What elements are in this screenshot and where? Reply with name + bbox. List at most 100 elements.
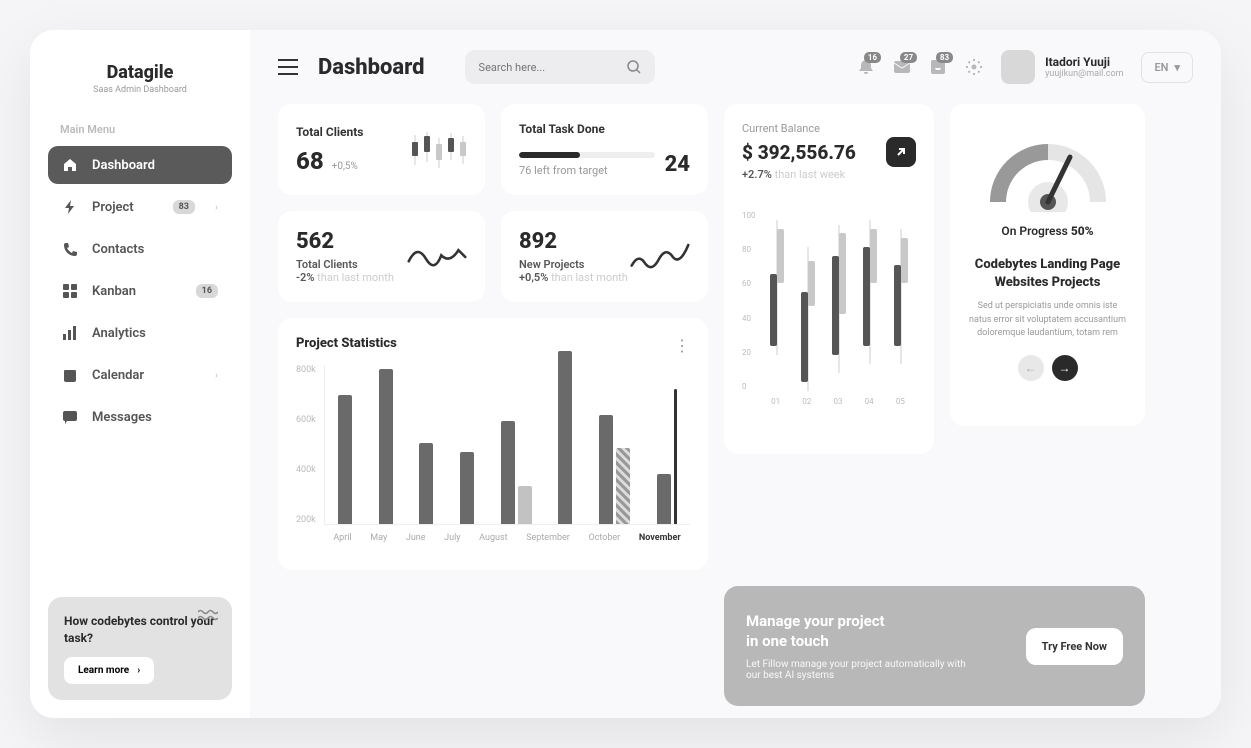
promo2-title: Manage your projectin one touch xyxy=(746,611,976,652)
user-name: Itadori Yuuji xyxy=(1045,55,1123,69)
sparkline-icon xyxy=(630,237,690,277)
mail-badge: 27 xyxy=(900,52,917,63)
task-subtext: 76 left from target xyxy=(519,164,655,177)
nav-item-calendar[interactable]: Calendar› xyxy=(48,356,232,394)
new-projects-card: 892 New Projects +0,5% than last month xyxy=(501,211,708,302)
bottom-row: Manage your projectin one touch Let Fill… xyxy=(724,586,1145,706)
balance-delta: +2.7% xyxy=(742,168,772,181)
language-value: EN xyxy=(1154,61,1168,74)
nav-item-contacts[interactable]: Contacts xyxy=(48,230,232,268)
menu-toggle-button[interactable] xyxy=(278,59,298,75)
app-shell: Datagile Saas Admin Dashboard Main Menu … xyxy=(30,30,1221,718)
brand-title: Datagile xyxy=(48,62,232,83)
chevron-down-icon: ▾ xyxy=(1174,61,1180,74)
bell-button[interactable]: 16 xyxy=(857,58,875,76)
try-free-button[interactable]: Try Free Now xyxy=(1026,628,1123,665)
chart-menu-button[interactable]: ⋮ xyxy=(674,336,690,355)
page-title: Dashboard xyxy=(318,55,425,80)
nav-label: Analytics xyxy=(92,326,146,341)
balance-value: $ 392,556.76 xyxy=(742,141,856,164)
expand-button[interactable] xyxy=(886,137,916,167)
stat-label: Total Clients xyxy=(296,125,363,139)
balance-delta-sub: than last week xyxy=(775,168,846,181)
gauge-card: On Progress 50% Codebytes Landing Page W… xyxy=(950,104,1145,426)
nav-label: Messages xyxy=(92,410,152,425)
nav-label: Dashboard xyxy=(92,158,155,173)
stat-value: 68 xyxy=(296,147,324,175)
chart-title: Project Statistics xyxy=(296,336,690,351)
nav-item-dashboard[interactable]: Dashboard xyxy=(48,146,232,184)
balance-card: Current Balance $ 392,556.76 +2.7% than … xyxy=(724,104,934,454)
x-axis: AprilMayJuneJulyAugustSeptemberOctoberNo… xyxy=(296,533,690,543)
chart-bars xyxy=(324,365,690,525)
nav-item-project[interactable]: Project 83 › xyxy=(48,188,232,226)
delta-value: +0,5% xyxy=(519,271,548,284)
bell-badge: 16 xyxy=(864,52,881,63)
sidebar-promo: How codebytes control your task? Learn m… xyxy=(48,597,232,700)
header-icons: 16 27 83 Itadori Yuuji yuujik xyxy=(857,50,1193,84)
clients-562-card: 562 Total Clients -2% than last month xyxy=(278,211,485,302)
stat-label: Total Task Done xyxy=(519,122,690,136)
nav-badge: 83 xyxy=(173,200,195,214)
chevron-right-icon: › xyxy=(215,370,218,381)
stat-value: 892 xyxy=(519,229,628,254)
sidebar: Datagile Saas Admin Dashboard Main Menu … xyxy=(30,30,250,718)
chevron-right-icon: › xyxy=(137,665,140,676)
left-column: Total Clients 68 +0,5% Total Task Done xyxy=(278,104,708,570)
learn-more-label: Learn more xyxy=(78,665,129,676)
nav-item-kanban[interactable]: Kanban16 xyxy=(48,272,232,310)
delta-sub: than last month xyxy=(317,271,394,284)
nav-item-analytics[interactable]: Analytics xyxy=(48,314,232,352)
progress-bar xyxy=(519,152,655,158)
chat-icon xyxy=(62,409,78,425)
calendar-icon xyxy=(62,367,78,383)
main-area: Dashboard 16 27 83 xyxy=(250,30,1221,718)
topbar: Dashboard 16 27 83 xyxy=(278,50,1193,84)
brand-subtitle: Saas Admin Dashboard xyxy=(48,85,232,95)
promo2-subtitle: Let Fillow manage your project automatic… xyxy=(746,659,976,681)
delta-sub: than last month xyxy=(551,271,628,284)
y-axis: 800k600k400k200k xyxy=(296,365,324,525)
gauge-icon xyxy=(978,122,1118,212)
search-icon xyxy=(627,60,641,74)
next-button[interactable]: → xyxy=(1052,355,1078,381)
total-clients-card: Total Clients 68 +0,5% xyxy=(278,104,485,195)
gauge-project-desc: Sed ut perspiciatis unde omnis iste natu… xyxy=(968,300,1127,341)
menu-section-label: Main Menu xyxy=(48,123,232,136)
user-profile[interactable]: Itadori Yuuji yuujikun@mail.com xyxy=(1001,50,1123,84)
learn-more-button[interactable]: Learn more › xyxy=(64,657,154,684)
prev-button[interactable]: ← xyxy=(1018,355,1044,381)
task-done-card: Total Task Done 76 left from target 24 xyxy=(501,104,708,195)
grid-icon xyxy=(62,283,78,299)
manage-project-promo: Manage your projectin one touch Let Fill… xyxy=(724,586,1145,706)
delta-value: -2% xyxy=(296,271,314,284)
chevron-right-icon: › xyxy=(215,202,218,213)
user-email: yuujikun@mail.com xyxy=(1045,69,1123,79)
gauge-project-title: Codebytes Landing Page Websites Projects xyxy=(968,256,1127,292)
gauge-label: On Progress 50% xyxy=(968,224,1127,238)
search-input[interactable] xyxy=(479,61,627,74)
right-column: On Progress 50% Codebytes Landing Page W… xyxy=(950,104,1145,570)
nav-item-messages[interactable]: Messages xyxy=(48,398,232,436)
project-statistics-card: Project Statistics ⋮ 800k600k400k200k Ap… xyxy=(278,318,708,570)
task-value: 24 xyxy=(665,152,690,177)
mail-button[interactable]: 27 xyxy=(893,58,911,76)
language-select[interactable]: EN ▾ xyxy=(1141,52,1193,83)
wave-icon xyxy=(198,609,218,621)
inbox-button[interactable]: 83 xyxy=(929,58,947,76)
nav-badge: 16 xyxy=(196,284,218,298)
balance-candles xyxy=(762,211,917,391)
bolt-icon xyxy=(62,199,78,215)
search-box[interactable] xyxy=(465,50,655,84)
balance-label: Current Balance xyxy=(742,122,856,135)
phone-icon xyxy=(62,241,78,257)
nav-label: Project xyxy=(92,200,134,215)
settings-button[interactable] xyxy=(965,58,983,76)
stat-value: 562 xyxy=(296,229,394,254)
middle-column: Current Balance $ 392,556.76 +2.7% than … xyxy=(724,104,934,570)
balance-y-axis: 100806040200 xyxy=(742,211,762,391)
main-nav: Dashboard Project 83 › Contacts Kanban16 Analy… xyxy=(48,146,232,440)
balance-x-axis: 0102030405 xyxy=(742,397,916,406)
stat-label: New Projects xyxy=(519,258,628,271)
nav-label: Contacts xyxy=(92,242,144,257)
